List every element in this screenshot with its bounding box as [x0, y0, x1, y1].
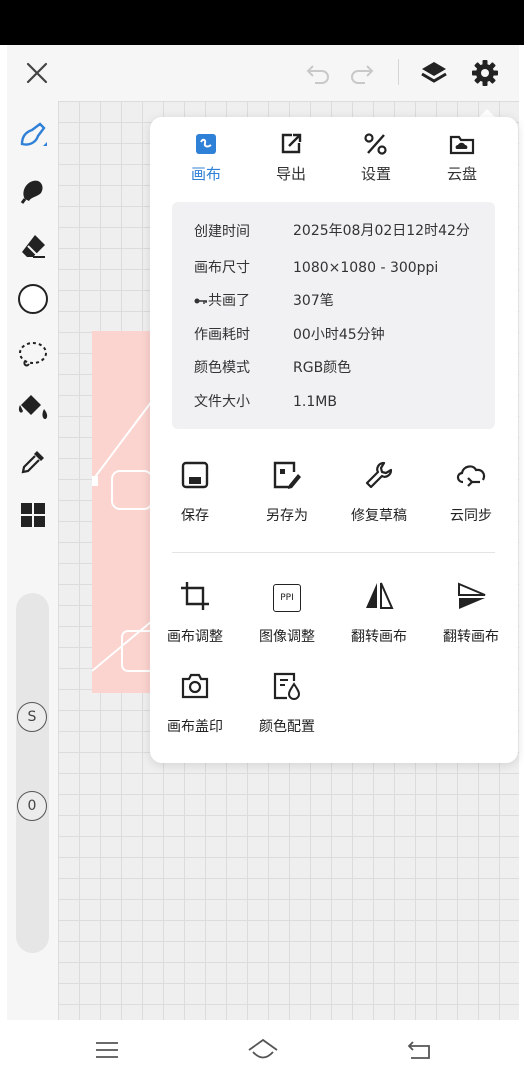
- close-icon[interactable]: [23, 59, 51, 87]
- flip-vertical-label: 翻转画布: [443, 629, 499, 645]
- back-icon[interactable]: [402, 1036, 436, 1064]
- canvas-stamp-label: 画布盖印: [167, 719, 223, 735]
- info-row-color-mode: 颜色模式 RGB颜色: [194, 359, 494, 377]
- circle-shape-icon[interactable]: [16, 282, 50, 316]
- panel-divider: [172, 552, 495, 553]
- export-icon: [279, 132, 303, 160]
- crop-icon: [179, 580, 211, 616]
- canvas-stamp-button[interactable]: 画布盖印: [150, 670, 240, 736]
- info-value: 307笔: [293, 293, 334, 309]
- color-config-button[interactable]: 颜色配置: [242, 670, 332, 736]
- brush-icon[interactable]: [16, 118, 50, 152]
- info-row-strokes: 共画了 307笔: [194, 292, 494, 310]
- cloud-sync-icon: [454, 460, 488, 494]
- save-as-icon: [272, 460, 302, 494]
- tab-label: 画布: [190, 165, 221, 183]
- info-label: 创建时间: [194, 224, 250, 240]
- left-toolbar: S 0: [7, 101, 58, 1020]
- image-adjust-button[interactable]: PPI 图像调整: [242, 580, 332, 646]
- repair-draft-label: 修复草稿: [351, 508, 407, 524]
- cloud-sync-button[interactable]: 云同步: [426, 459, 516, 525]
- brush-slider-track[interactable]: S 0: [16, 593, 49, 953]
- grid-icon[interactable]: [16, 498, 50, 532]
- info-value: 2025年08月02日12时42分: [293, 223, 470, 239]
- save-as-button[interactable]: 另存为: [242, 459, 332, 525]
- flip-vertical-button[interactable]: 翻转画布: [426, 580, 516, 646]
- canvas-adjust-button[interactable]: 画布调整: [150, 580, 240, 646]
- info-value: RGB颜色: [293, 360, 352, 376]
- info-row-duration: 作画耗时 00小时45分钟: [194, 326, 494, 344]
- key-icon: [194, 292, 208, 310]
- tab-label: 设置: [360, 165, 391, 183]
- smudge-icon[interactable]: [16, 174, 50, 208]
- gear-icon[interactable]: [469, 57, 501, 89]
- fill-bucket-icon[interactable]: [16, 391, 50, 425]
- camera-stamp-icon: [180, 672, 210, 704]
- info-label: 作画耗时: [194, 327, 250, 343]
- save-icon: [180, 460, 210, 494]
- menu-icon[interactable]: [90, 1036, 124, 1064]
- status-bar: [0, 0, 524, 45]
- flip-vertical-icon: [455, 581, 487, 615]
- canvas-menu-panel: 画布 导出 设置 云盘 创建时间 2025年08月02日12时42分 画布尺寸 …: [150, 117, 518, 763]
- system-nav-bar: [0, 1020, 524, 1080]
- canvas-icon: [194, 132, 218, 160]
- cloud-sync-label: 云同步: [450, 508, 492, 524]
- lasso-icon[interactable]: [16, 337, 50, 371]
- info-value: 00小时45分钟: [293, 327, 385, 343]
- color-config-icon: [272, 671, 302, 705]
- eraser-icon[interactable]: [16, 229, 50, 263]
- info-label: 颜色模式: [194, 360, 250, 376]
- canvas-info-box: 创建时间 2025年08月02日12时42分 画布尺寸 1080×1080 - …: [172, 202, 495, 429]
- save-as-label: 另存为: [266, 508, 308, 524]
- settings-icon: [363, 132, 389, 160]
- repair-draft-button[interactable]: 修复草稿: [334, 459, 424, 525]
- tab-canvas[interactable]: 画布: [171, 131, 241, 184]
- undo-icon[interactable]: [303, 60, 333, 86]
- tab-cloud-drive[interactable]: 云盘: [427, 131, 497, 184]
- flip-horizontal-label: 翻转画布: [351, 629, 407, 645]
- info-row-size: 画布尺寸 1080×1080 - 300ppi: [194, 259, 494, 277]
- tab-settings[interactable]: 设置: [341, 131, 411, 184]
- toolbar-divider: [398, 59, 399, 85]
- info-row-file-size: 文件大小 1.1MB: [194, 393, 494, 411]
- image-adjust-label: 图像调整: [259, 629, 315, 645]
- flip-horizontal-button[interactable]: 翻转画布: [334, 580, 424, 646]
- save-button[interactable]: 保存: [150, 459, 240, 525]
- flip-horizontal-icon: [363, 581, 395, 615]
- eyedropper-icon[interactable]: [16, 445, 50, 479]
- info-row-created: 创建时间 2025年08月02日12时42分: [194, 222, 494, 252]
- layers-icon[interactable]: [419, 58, 449, 88]
- repair-icon: [364, 460, 394, 494]
- color-config-label: 颜色配置: [259, 719, 315, 735]
- tab-label: 导出: [275, 165, 306, 183]
- tab-label: 云盘: [446, 165, 477, 183]
- info-label: 文件大小: [194, 394, 250, 410]
- canvas-adjust-label: 画布调整: [167, 629, 223, 645]
- cloud-drive-icon: [449, 132, 475, 160]
- ppi-icon: PPI: [273, 584, 301, 612]
- redo-icon[interactable]: [347, 60, 377, 86]
- tab-export[interactable]: 导出: [256, 131, 326, 184]
- info-value: 1080×1080 - 300ppi: [293, 260, 439, 276]
- info-label: 画布尺寸: [194, 260, 250, 276]
- info-value: 1.1MB: [293, 394, 337, 410]
- home-icon[interactable]: [246, 1036, 280, 1064]
- save-label: 保存: [181, 508, 209, 524]
- opacity-badge: 0: [17, 791, 47, 821]
- size-badge: S: [17, 702, 47, 732]
- info-label: 共画了: [194, 292, 293, 310]
- top-toolbar: [7, 45, 519, 101]
